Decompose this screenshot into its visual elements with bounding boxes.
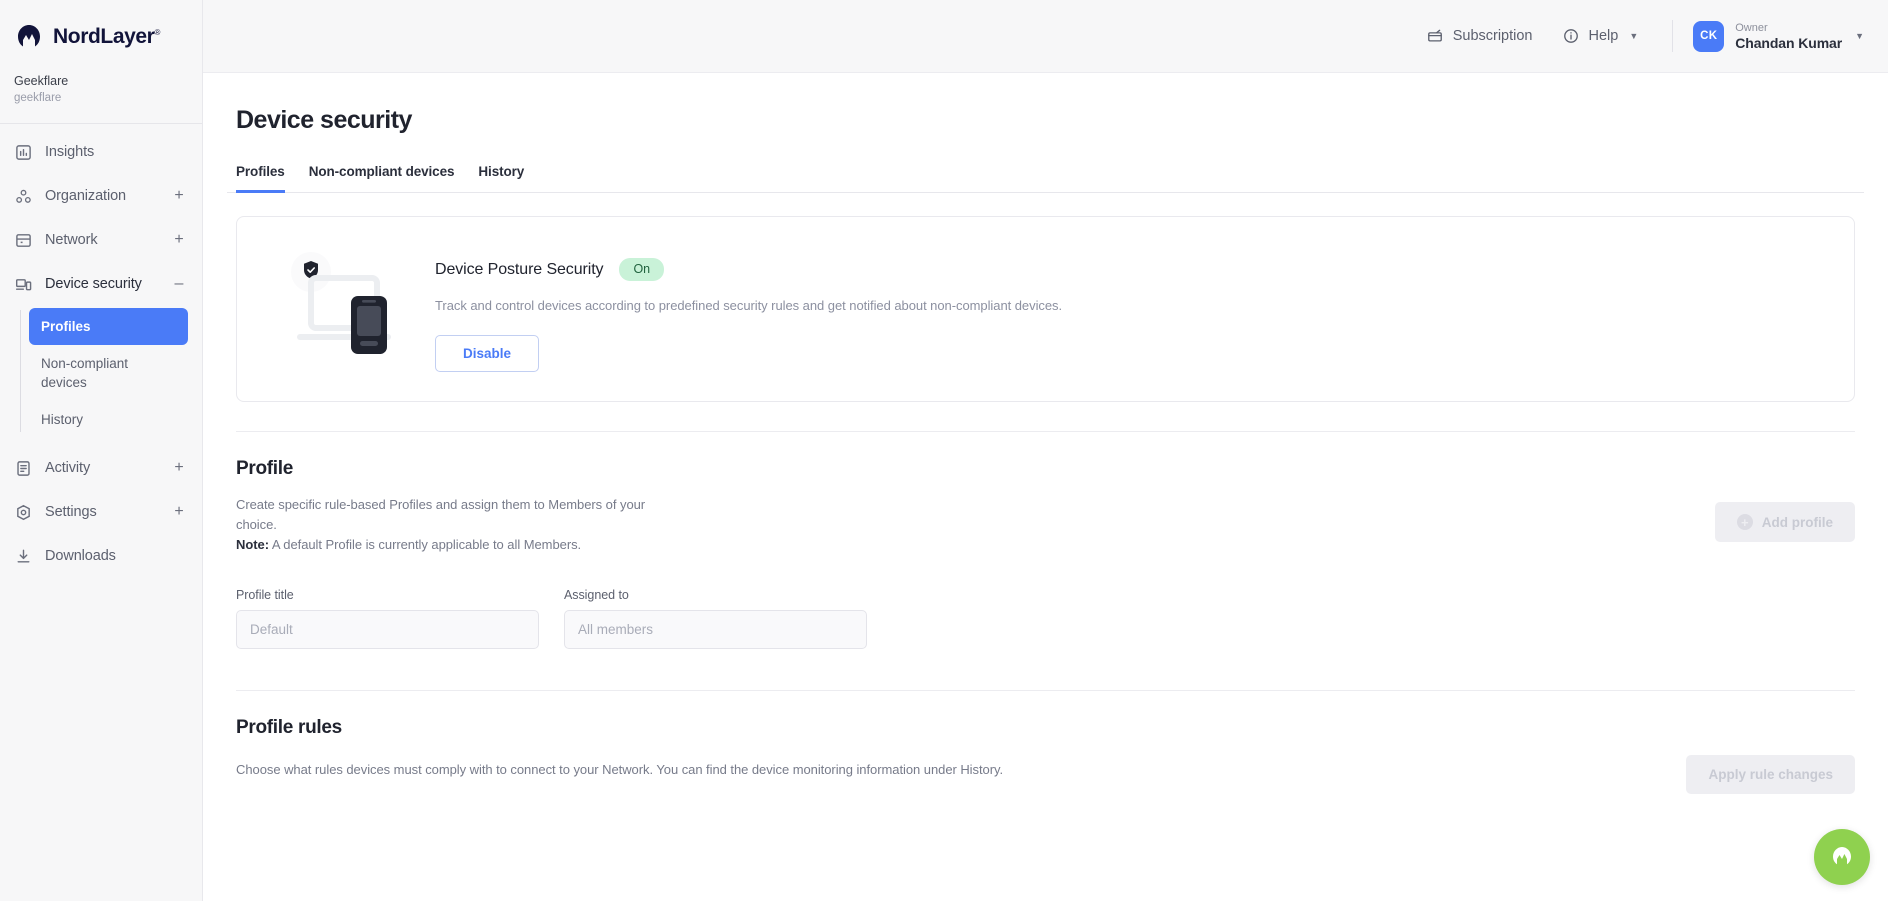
assigned-to-input[interactable] [564,610,867,649]
organization-name: Geekflare [14,74,69,88]
card-description: Track and control devices according to p… [435,298,1063,313]
organization-icon [15,188,32,205]
profile-rules-section: Profile rules Choose what rules devices … [227,691,1864,794]
topbar: Subscription Help ▼ CK Owner Chandan Kum… [203,0,1888,73]
profile-title-field: Profile title [236,588,539,649]
add-profile-label: Add profile [1761,514,1833,530]
sidebar-item-label: Settings [45,504,97,520]
sidebar-item-label: Insights [45,144,95,160]
settings-icon [15,504,32,521]
sidebar-item-label: Device security [45,276,142,292]
help-circle-icon [1563,28,1580,45]
user-menu[interactable]: CK Owner Chandan Kumar ▼ [1693,20,1864,52]
sidebar: NordLayer® Geekflare geekflare Insights [0,0,203,901]
user-role: Owner [1735,21,1768,34]
profile-section-title: Profile [236,458,294,479]
nordlayer-logo-icon [14,22,44,52]
profile-title-input[interactable] [236,610,539,649]
activity-icon [15,460,32,477]
assigned-to-field: Assigned to [564,588,867,649]
status-badge: On [619,258,665,281]
sidebar-toggle[interactable]: + [173,232,185,248]
trademark-mark: ® [154,28,160,37]
device-posture-card-body: Device Posture Security On Track and con… [435,246,1062,372]
apply-rule-changes-label: Apply rule changes [1708,767,1833,782]
sidebar-item-non-compliant-devices[interactable]: Non-compliant devices [29,345,188,401]
sidebar-item-network[interactable]: Network + [0,218,202,262]
assigned-to-label: Assigned to [564,588,629,602]
device-security-icon [15,276,32,293]
plus-circle-icon: + [1736,514,1753,530]
main-area: Subscription Help ▼ CK Owner Chandan Kum… [203,0,1888,901]
profile-rules-description: Choose what rules devices must comply wi… [236,762,1004,777]
subscription-button[interactable]: Subscription [1427,28,1533,45]
disable-button[interactable]: Disable [435,335,540,372]
chevron-down-icon: ▼ [1629,31,1639,41]
card-title: Device Posture Security [435,260,604,278]
apply-rule-changes-button[interactable]: Apply rule changes [1686,755,1855,794]
help-button[interactable]: Help ▼ [1563,28,1639,45]
page-title: Device security [236,106,412,134]
avatar: CK [1693,20,1725,52]
tab-bar: Profiles Non-compliant devices History [227,164,1864,193]
sidebar-item-settings[interactable]: Settings + [0,490,202,534]
topbar-divider [1672,20,1674,52]
profile-rules-title: Profile rules [236,717,342,738]
sidebar-item-activity[interactable]: Activity + [0,446,202,490]
device-posture-card: Device Posture Security On Track and con… [236,216,1855,402]
profile-note-text: A default Profile is currently applicabl… [268,537,582,552]
organization-slug: geekflare [14,92,62,104]
sidebar-toggle[interactable]: – [173,276,185,292]
subscription-label: Subscription [1452,28,1533,44]
profile-section-description: Create specific rule-based Profiles and … [236,495,645,555]
brand: NordLayer® [0,0,202,52]
tab-profiles[interactable]: Profiles [236,164,285,193]
tab-history[interactable]: History [478,164,524,193]
sidebar-item-device-security[interactable]: Device security – [0,262,202,306]
help-label: Help [1588,28,1619,44]
user-name: Chandan Kumar [1735,34,1843,51]
device-security-subnav: Profiles Non-compliant devices History [0,306,202,446]
sidebar-item-organization[interactable]: Organization + [0,174,202,218]
sidebar-toggle[interactable]: + [173,504,185,520]
sidebar-item-history[interactable]: History [29,401,188,438]
insights-icon [15,144,32,161]
profile-desc-line2: choice. [236,517,277,532]
subscription-icon [1427,28,1444,45]
add-profile-button[interactable]: + Add profile [1714,502,1855,542]
brand-name: NordLayer® [53,25,160,48]
sidebar-toggle[interactable]: + [173,188,185,204]
sidebar-item-label: Downloads [45,548,116,564]
user-text: Owner Chandan Kumar [1735,21,1842,52]
profile-title-label: Profile title [236,588,294,602]
laptop-phone-shield-icon [289,246,401,354]
profile-desc-line1: Create specific rule-based Profiles and … [236,497,646,512]
profile-fields: Profile title Assigned to [236,588,1855,649]
organization-block: Geekflare geekflare [0,52,202,107]
sidebar-item-profiles[interactable]: Profiles [29,308,188,345]
profile-note-label: Note: [236,537,269,552]
sidebar-toggle[interactable]: + [173,460,185,476]
network-icon [15,232,32,249]
page-content: Device security Profiles Non-compliant d… [203,73,1888,901]
tab-non-compliant-devices[interactable]: Non-compliant devices [309,164,455,193]
nordlayer-widget-icon[interactable] [1814,829,1870,885]
sidebar-item-label: Organization [45,188,127,204]
sidebar-item-label: Activity [45,460,91,476]
sidebar-item-insights[interactable]: Insights [0,130,202,174]
sidebar-nav: Insights Organization + Network + Device… [0,124,202,578]
downloads-icon [15,548,32,565]
sidebar-item-label: Network [45,232,98,248]
chevron-down-icon: ▼ [1855,31,1864,41]
app-root: NordLayer® Geekflare geekflare Insights [0,0,1888,901]
profile-section: Profile Create specific rule-based Profi… [227,432,1864,649]
sidebar-item-downloads[interactable]: Downloads [0,534,202,578]
